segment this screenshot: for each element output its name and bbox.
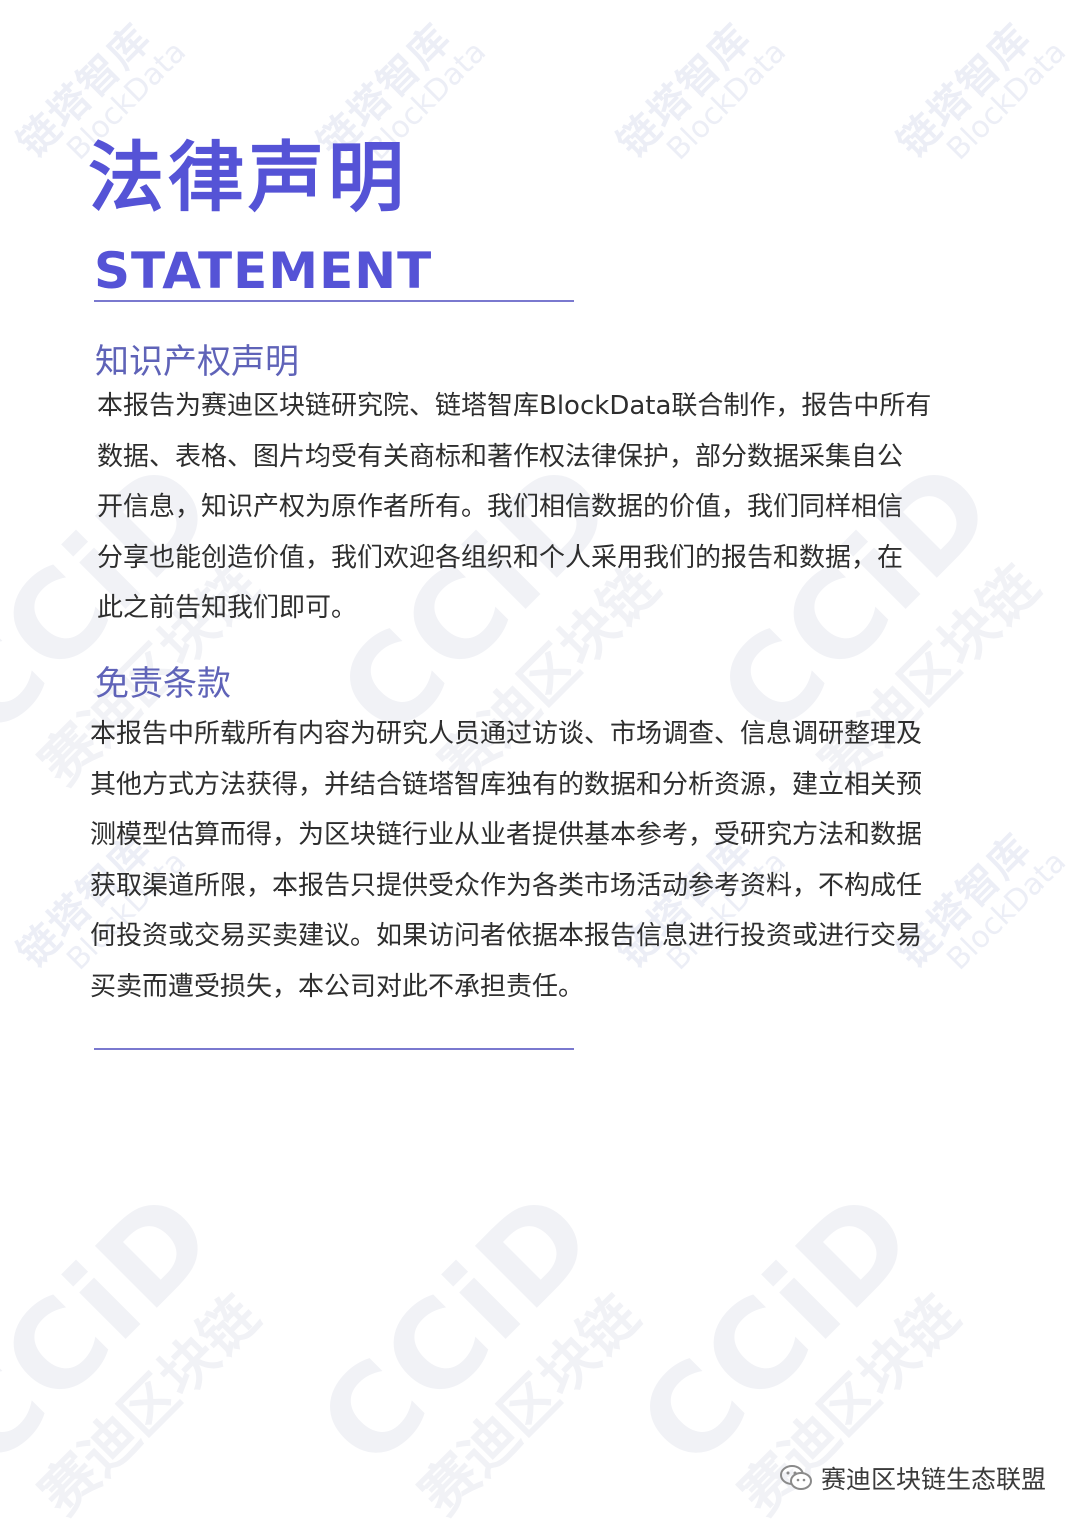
section-heading-ip: 知识产权声明 — [95, 342, 299, 382]
blockdata-watermark: 链塔智库 BlockData — [609, 15, 794, 168]
text-line: 此之前告知我们即可。 — [97, 593, 358, 623]
text-line: 测模型估算而得，为区块链行业从业者提供基本参考，受研究方法和数据 — [90, 820, 923, 850]
page-subtitle: STATEMENT — [94, 242, 433, 300]
ccid-watermark: CCiD 赛迪区块链 — [293, 1165, 652, 1528]
text-line: 何投资或交易买卖建议。如果访问者依据本报告信息进行投资或进行交易 — [90, 921, 923, 951]
section-body-disclaimer: 本报告中所载所有内容为研究人员通过访谈、市场调查、信息调研整理及 其他方式方法获… — [90, 709, 985, 1012]
account-name: 赛迪区块链生态联盟 — [820, 1465, 1046, 1494]
title-divider — [94, 300, 574, 302]
section-body-ip: 本报告为赛迪区块链研究院、链塔智库BlockData联合制作，报告中所有 数据、… — [97, 381, 977, 634]
page-title: 法律声明 — [88, 133, 408, 222]
section-heading-disclaimer: 免责条款 — [95, 664, 231, 704]
wechat-account-credit: 赛迪区块链生态联盟 — [779, 1460, 1046, 1496]
text-line: 开信息，知识产权为原作者所有。我们相信数据的价值，我们同样相信 — [97, 492, 904, 522]
ccid-watermark: CCiD 赛迪区块链 — [0, 1165, 272, 1528]
text-line: 其他方式方法获得，并结合链塔智库独有的数据和分析资源，建立相关预 — [90, 769, 923, 800]
wechat-icon — [779, 1464, 813, 1492]
text-line: 获取渠道所限，本报告只提供受众作为各类市场活动参考资料，不构成任 — [90, 870, 923, 901]
text-line: 本报告中所载所有内容为研究人员通过访谈、市场调查、信息调研整理及 — [90, 719, 923, 749]
text-line: 数据、表格、图片均受有关商标和著作权法律保护，部分数据采集自公 — [97, 441, 904, 472]
text-line: 分享也能创造价值，我们欢迎各组织和个人采用我们的报告和数据，在 — [97, 542, 904, 573]
text-line: 本报告为赛迪区块链研究院、链塔智库BlockData联合制作，报告中所有 — [97, 391, 932, 421]
text-line: 买卖而遭受损失，本公司对此不承担责任。 — [90, 971, 585, 1002]
bottom-divider — [94, 1048, 574, 1050]
blockdata-watermark: 链塔智库 BlockData — [889, 15, 1074, 168]
